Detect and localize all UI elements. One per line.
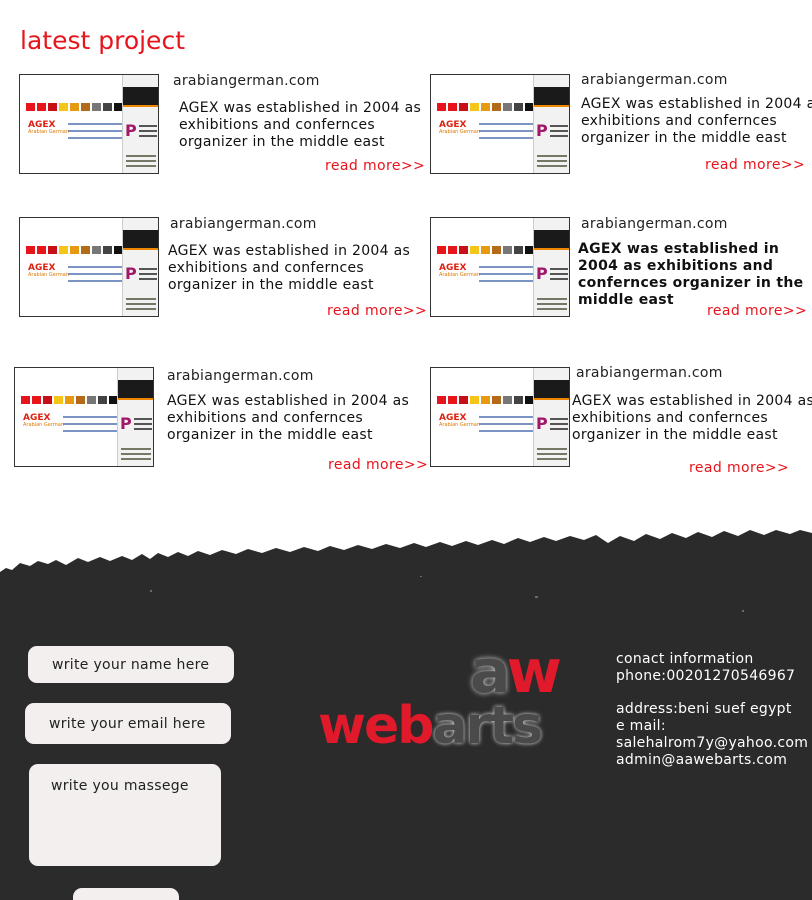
thumbnail-text-lines bbox=[479, 416, 533, 437]
contact-email-label: e mail: bbox=[616, 718, 666, 734]
logo-web-text: web bbox=[318, 696, 435, 756]
section-title: latest project bbox=[20, 26, 185, 55]
project-description: AGEX was established in 2004 as exhibiti… bbox=[581, 96, 812, 146]
thumbnail-text-lines bbox=[68, 123, 122, 144]
contact-email-1[interactable]: salehalrom7y@yahoo.com bbox=[616, 735, 808, 752]
contact-heading: conact information bbox=[616, 651, 754, 667]
name-input[interactable]: write your name here bbox=[28, 646, 234, 683]
thumbnail-text-lines bbox=[68, 266, 122, 287]
project-thumbnail[interactable]: AGEX Arabian German P bbox=[430, 367, 570, 467]
webarts-logo: webarts bbox=[318, 700, 543, 752]
thumbnail-side-panel: P bbox=[122, 218, 158, 316]
color-swatches bbox=[26, 103, 123, 111]
agex-logo: AGEX Arabian German bbox=[28, 263, 69, 278]
project-thumbnail[interactable]: AGEX Arabian German P bbox=[19, 217, 159, 317]
project-thumbnail[interactable]: AGEX Arabian German P bbox=[14, 367, 154, 467]
project-site-name: arabiangerman.com bbox=[170, 216, 317, 232]
color-swatches bbox=[437, 396, 534, 404]
read-more-link[interactable]: read more>> bbox=[705, 157, 805, 173]
color-swatches bbox=[437, 246, 534, 254]
project-description: AGEX was established in 2004 as exhibiti… bbox=[578, 241, 804, 308]
color-swatches bbox=[21, 396, 118, 404]
read-more-link[interactable]: read more>> bbox=[707, 303, 807, 319]
thumbnail-side-panel: P bbox=[533, 75, 569, 173]
project-thumbnail[interactable]: AGEX Arabian German P bbox=[19, 74, 159, 174]
project-site-name: arabiangerman.com bbox=[173, 73, 320, 89]
project-site-name: arabiangerman.com bbox=[581, 216, 728, 232]
logo-arts-text: arts bbox=[432, 696, 544, 756]
agex-logo: AGEX Arabian German bbox=[28, 120, 69, 135]
thumbnail-side-panel: P bbox=[117, 368, 153, 466]
aw-logo: aw bbox=[470, 642, 562, 702]
contact-email-2[interactable]: admin@aawebarts.com bbox=[616, 752, 787, 769]
agex-logo: AGEX Arabian German bbox=[439, 413, 480, 428]
thumbnail-side-panel: P bbox=[122, 75, 158, 173]
project-thumbnail[interactable]: AGEX Arabian German P bbox=[430, 217, 570, 317]
read-more-link[interactable]: read more>> bbox=[689, 460, 789, 476]
read-more-link[interactable]: read more>> bbox=[328, 457, 428, 473]
thumbnail-text-lines bbox=[479, 266, 533, 287]
read-more-link[interactable]: read more>> bbox=[327, 303, 427, 319]
project-site-name: arabiangerman.com bbox=[576, 365, 723, 381]
submit-button[interactable] bbox=[73, 888, 179, 900]
contact-address: address:beni suef egypt bbox=[616, 701, 792, 717]
thumbnail-text-lines bbox=[479, 123, 533, 144]
thumbnail-side-panel: P bbox=[533, 368, 569, 466]
project-description: AGEX was established in 2004 as exhibiti… bbox=[168, 243, 411, 293]
email-input[interactable]: write your email here bbox=[25, 703, 231, 744]
contact-phone: phone:00201270546967 bbox=[616, 668, 796, 684]
agex-logo: AGEX Arabian German bbox=[439, 120, 480, 135]
project-site-name: arabiangerman.com bbox=[167, 368, 314, 384]
agex-logo: AGEX Arabian German bbox=[23, 413, 64, 428]
project-thumbnail[interactable]: AGEX Arabian German P bbox=[430, 74, 570, 174]
color-swatches bbox=[26, 246, 123, 254]
project-site-name: arabiangerman.com bbox=[581, 72, 728, 88]
project-description: AGEX was established in 2004 as exhibiti… bbox=[572, 393, 812, 443]
read-more-link[interactable]: read more>> bbox=[325, 158, 425, 174]
message-textarea[interactable]: write you massege bbox=[29, 764, 221, 866]
color-swatches bbox=[437, 103, 534, 111]
thumbnail-text-lines bbox=[63, 416, 117, 437]
project-description: AGEX was established in 2004 as exhibiti… bbox=[167, 393, 410, 443]
agex-logo: AGEX Arabian German bbox=[439, 263, 480, 278]
thumbnail-side-panel: P bbox=[533, 218, 569, 316]
project-description: AGEX was established in 2004 as exhibiti… bbox=[179, 100, 422, 150]
